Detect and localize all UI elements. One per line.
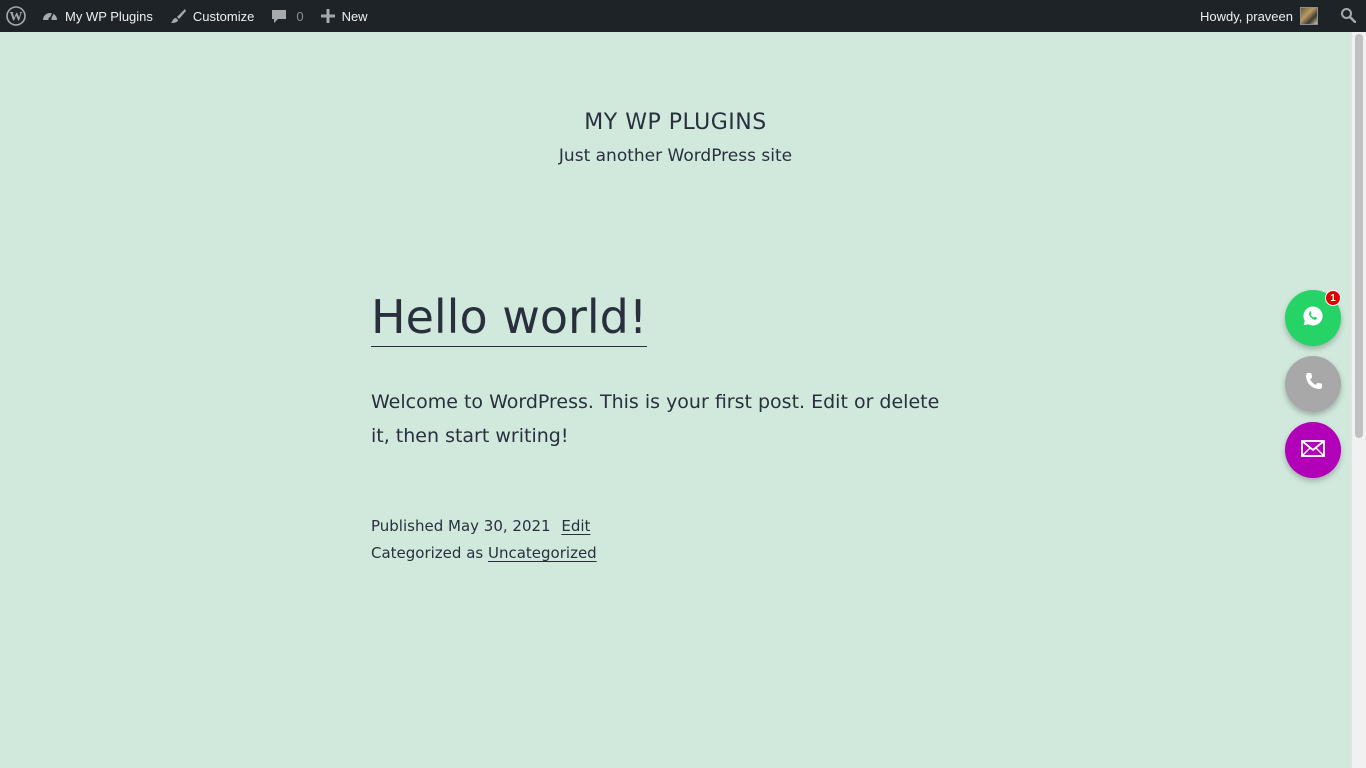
- category-link[interactable]: Uncategorized: [488, 544, 597, 562]
- site-name-menu[interactable]: My WP Plugins: [33, 0, 161, 32]
- envelope-icon: [1300, 435, 1326, 465]
- dashboard-icon: [41, 7, 59, 25]
- new-content-menu[interactable]: New: [312, 0, 376, 32]
- scrollbar-thumb[interactable]: [1355, 34, 1363, 438]
- wordpress-logo-icon: W: [6, 6, 26, 26]
- my-account-menu[interactable]: Howdy, praveen: [1192, 0, 1326, 32]
- svg-text:W: W: [10, 9, 23, 24]
- phone-button[interactable]: [1285, 356, 1341, 412]
- published-label: Published: [371, 517, 444, 535]
- greeting-label: Howdy, praveen: [1200, 8, 1293, 24]
- whatsapp-badge: 1: [1325, 290, 1341, 306]
- paintbrush-icon: [169, 7, 187, 25]
- published-date: May 30, 2021: [448, 517, 551, 535]
- admin-bar-right: Howdy, praveen: [1192, 0, 1366, 32]
- search-icon: [1340, 7, 1357, 26]
- post-meta: Published May 30, 2021 Edit Categorized …: [371, 513, 971, 567]
- page-scrollbar[interactable]: [1351, 32, 1366, 768]
- comment-icon: [270, 7, 288, 25]
- comments-count: 0: [296, 8, 304, 24]
- comments-menu[interactable]: 0: [262, 0, 311, 32]
- site-name-label: My WP Plugins: [65, 8, 153, 24]
- post-content: Welcome to WordPress. This is your first…: [371, 391, 940, 447]
- admin-bar-left: W My WP Plugins Customize 0 New: [0, 0, 376, 32]
- admin-bar-search[interactable]: [1326, 0, 1366, 32]
- new-label: New: [341, 8, 368, 24]
- wp-logo-menu[interactable]: W: [0, 0, 33, 32]
- admin-bar: W My WP Plugins Customize 0 New Howdy, p…: [0, 0, 1366, 32]
- customize-label: Customize: [192, 8, 255, 24]
- plus-icon: [320, 8, 336, 24]
- site-description: Just another WordPress site: [558, 146, 793, 166]
- post-title[interactable]: Hello world!: [371, 290, 648, 347]
- customize-menu[interactable]: Customize: [161, 0, 262, 32]
- whatsapp-button[interactable]: 1: [1285, 290, 1341, 346]
- whatsapp-icon: [1301, 304, 1325, 332]
- email-button[interactable]: [1285, 422, 1341, 478]
- post: Hello world! Welcome to WordPress. This …: [371, 290, 971, 567]
- avatar: [1300, 7, 1318, 25]
- phone-icon: [1301, 370, 1325, 398]
- edit-post-link[interactable]: Edit: [561, 517, 590, 535]
- site-title[interactable]: MY WP PLUGINS: [0, 110, 1351, 135]
- post-published-line: Published May 30, 2021 Edit: [371, 513, 971, 540]
- category-label: Categorized as: [371, 544, 484, 562]
- post-category-line: Categorized as Uncategorized: [371, 540, 971, 567]
